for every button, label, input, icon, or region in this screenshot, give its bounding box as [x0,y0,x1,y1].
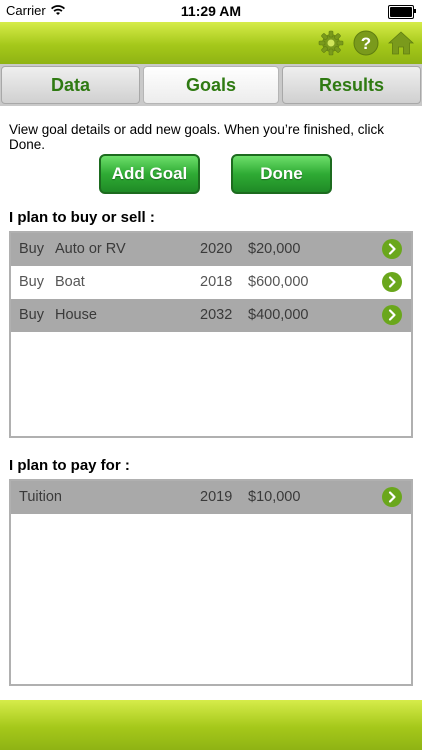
list-item[interactable]: Buy Boat 2018 $600,000 [11,266,411,299]
battery-icon [388,5,416,19]
goal-year: 2018 [200,274,233,290]
goal-item: Boat [55,274,85,290]
chevron-right-icon[interactable] [382,487,402,507]
add-goal-button[interactable]: Add Goal [99,154,200,194]
help-icon[interactable]: ? [352,29,380,57]
list-item[interactable]: Buy House 2032 $400,000 [11,299,411,332]
done-button[interactable]: Done [231,154,332,194]
tab-goals[interactable]: Goals [143,66,279,104]
pay-for-list: Tuition 2019 $10,000 [9,479,413,686]
gear-icon[interactable] [317,29,345,57]
home-icon[interactable] [387,29,415,57]
goal-year: 2032 [200,307,233,323]
help-glyph: ? [361,34,371,53]
chevron-right-icon[interactable] [382,272,402,292]
list-item[interactable]: Tuition 2019 $10,000 [11,481,411,514]
goal-amount: $10,000 [248,489,301,505]
goal-item: Auto or RV [55,241,126,257]
pay-for-title: I plan to pay for : [9,457,130,474]
tab-bar: Data Goals Results [0,64,422,106]
goal-item: Tuition [19,489,62,505]
chevron-right-icon[interactable] [382,239,402,259]
app-header: ? [0,22,422,64]
goal-amount: $20,000 [248,241,301,257]
tab-results[interactable]: Results [282,66,421,104]
buy-sell-list: Buy Auto or RV 2020 $20,000 Buy Boat 201… [9,231,413,438]
goal-action: Buy [19,274,44,290]
status-time: 11:29 AM [180,3,242,19]
goal-action: Buy [19,307,44,323]
goal-action: Buy [19,241,44,257]
goal-amount: $400,000 [248,307,309,323]
tab-data[interactable]: Data [1,66,140,104]
status-bar: Carrier 11:29 AM [0,0,422,22]
list-item[interactable]: Buy Auto or RV 2020 $20,000 [11,233,411,266]
buy-sell-title: I plan to buy or sell : [9,209,155,226]
instructions-text: View goal details or add new goals. When… [9,122,384,152]
goal-year: 2020 [200,241,233,257]
chevron-right-icon[interactable] [382,305,402,325]
goal-amount: $600,000 [248,274,309,290]
goal-year: 2019 [200,489,233,505]
goal-item: House [55,307,97,323]
app-footer [0,700,422,750]
